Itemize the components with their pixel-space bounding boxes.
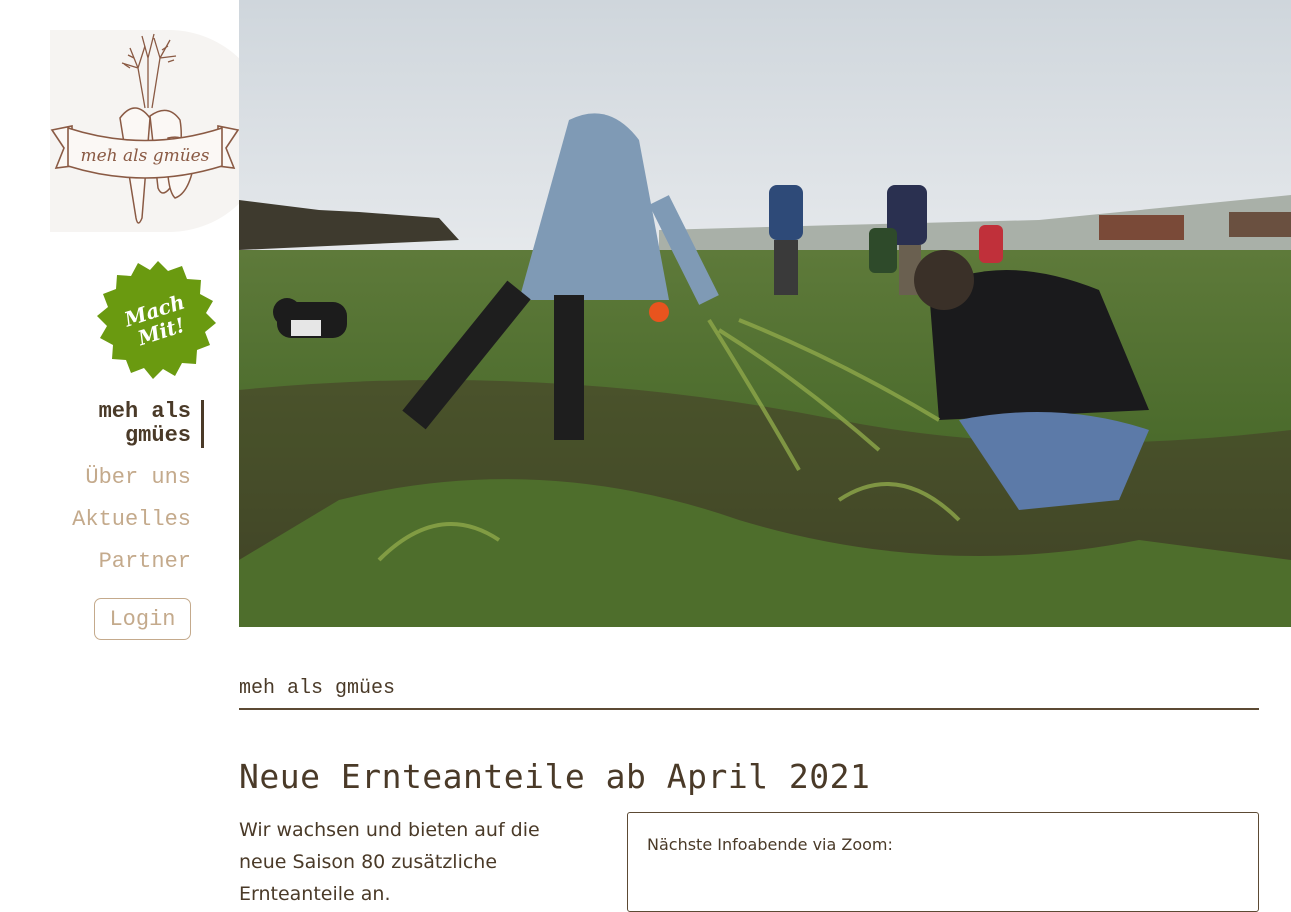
main-nav: meh als gmües Über uns Aktuelles Partner	[72, 400, 204, 592]
mach-mit-badge[interactable]: Mach Mit!	[96, 259, 220, 383]
breadcrumb: meh als gmües	[239, 677, 1259, 710]
page-title: Neue Ernteanteile ab April 2021	[239, 757, 871, 796]
field-harvest-photo-icon	[239, 0, 1291, 627]
hero-image	[239, 0, 1291, 627]
nav-item-aktuelles[interactable]: Aktuelles	[72, 508, 191, 532]
nav-item-ueber-uns[interactable]: Über uns	[72, 466, 191, 490]
intro-text: Wir wachsen und bieten auf die neue Sais…	[239, 819, 540, 905]
nav-item-home[interactable]: meh als gmües	[81, 400, 204, 448]
login-button[interactable]: Login	[94, 598, 191, 640]
info-box: Nächste Infoabende via Zoom:	[627, 812, 1259, 912]
logo-text: meh als gmües	[81, 146, 210, 166]
vegetable-banner-logo-icon: meh als gmües	[50, 33, 240, 224]
info-box-text: Nächste Infoabende via Zoom:	[647, 835, 893, 854]
nav-item-partner[interactable]: Partner	[72, 550, 191, 574]
logo[interactable]: meh als gmües	[50, 0, 270, 232]
